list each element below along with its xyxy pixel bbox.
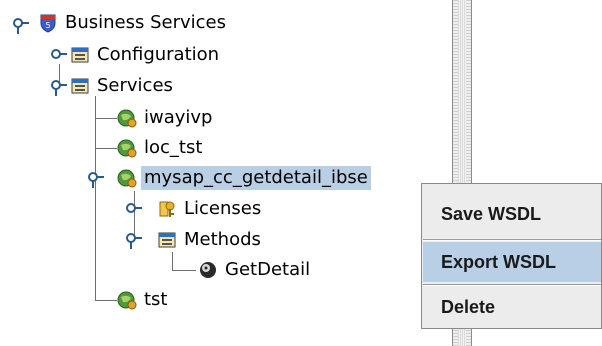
tree-node-label: tst — [144, 289, 168, 310]
menu-item-label: Save WSDL — [441, 203, 542, 224]
tree-node-service[interactable]: iwayivp — [117, 103, 215, 133]
tree-node-label: iwayivp — [144, 107, 213, 128]
menu-item-label: Delete — [441, 296, 496, 317]
tree-node-licenses[interactable]: Licenses — [157, 194, 264, 224]
menu-separator — [423, 239, 601, 241]
tree-node-services[interactable]: Services — [70, 71, 176, 101]
service-globe-icon — [117, 168, 137, 188]
toggle-licenses[interactable] — [126, 203, 142, 216]
tree-connector — [95, 300, 117, 301]
toggle-services[interactable] — [51, 80, 67, 96]
tree-node-label: mysap_cc_getdetail_ibse — [141, 166, 371, 190]
tree-connector — [95, 118, 117, 119]
menu-item-save-wsdl[interactable]: Save WSDL — [423, 194, 601, 234]
tree-connector — [95, 96, 96, 300]
tree-node-label: Licenses — [184, 198, 262, 219]
toggle-mysap-service[interactable] — [88, 172, 104, 188]
tree-node-methods[interactable]: Methods — [157, 225, 264, 255]
tree-node-service[interactable]: loc_tst — [117, 133, 205, 163]
licenses-key-icon — [157, 199, 177, 219]
menu-item-delete[interactable]: Delete — [423, 287, 601, 327]
tree-node-label: Services — [97, 75, 173, 96]
window-config-icon — [70, 45, 90, 65]
tree-node-label: Configuration — [97, 44, 220, 65]
business-services-shield-icon: 5 — [38, 13, 58, 33]
service-tree: 5 Business Services Configuration Servic… — [0, 0, 452, 346]
tree-node-label: GetDetail — [225, 259, 311, 280]
menu-item-label: Export WSDL — [441, 251, 556, 272]
tree-node-service-selected[interactable]: mysap_cc_getdetail_ibse — [117, 163, 371, 193]
toggle-methods[interactable] — [126, 233, 142, 249]
toggle-business-services[interactable] — [13, 18, 29, 34]
tree-node-service[interactable]: tst — [117, 285, 171, 315]
tree-node-label: Business Services — [65, 12, 226, 33]
service-globe-icon — [117, 108, 137, 128]
tree-connector — [95, 148, 117, 149]
menu-separator — [423, 284, 601, 286]
window-methods-icon — [157, 230, 177, 250]
tree-node-business-services[interactable]: 5 Business Services — [38, 8, 229, 38]
service-globe-icon — [117, 138, 137, 158]
window-services-icon — [70, 76, 90, 96]
service-globe-icon — [117, 290, 137, 310]
menu-item-export-wsdl[interactable]: Export WSDL — [423, 242, 601, 282]
toggle-configuration[interactable] — [51, 49, 67, 62]
context-menu: Save WSDL Export WSDL Delete — [421, 183, 602, 329]
tree-node-label: Methods — [184, 229, 261, 250]
tree-node-method-getdetail[interactable]: GetDetail — [198, 255, 313, 285]
tree-node-configuration[interactable]: Configuration — [70, 40, 222, 70]
method-disc-icon — [198, 260, 218, 280]
tree-node-label: loc_tst — [144, 137, 203, 158]
svg-text:5: 5 — [45, 21, 50, 30]
tree-connector — [172, 270, 196, 271]
